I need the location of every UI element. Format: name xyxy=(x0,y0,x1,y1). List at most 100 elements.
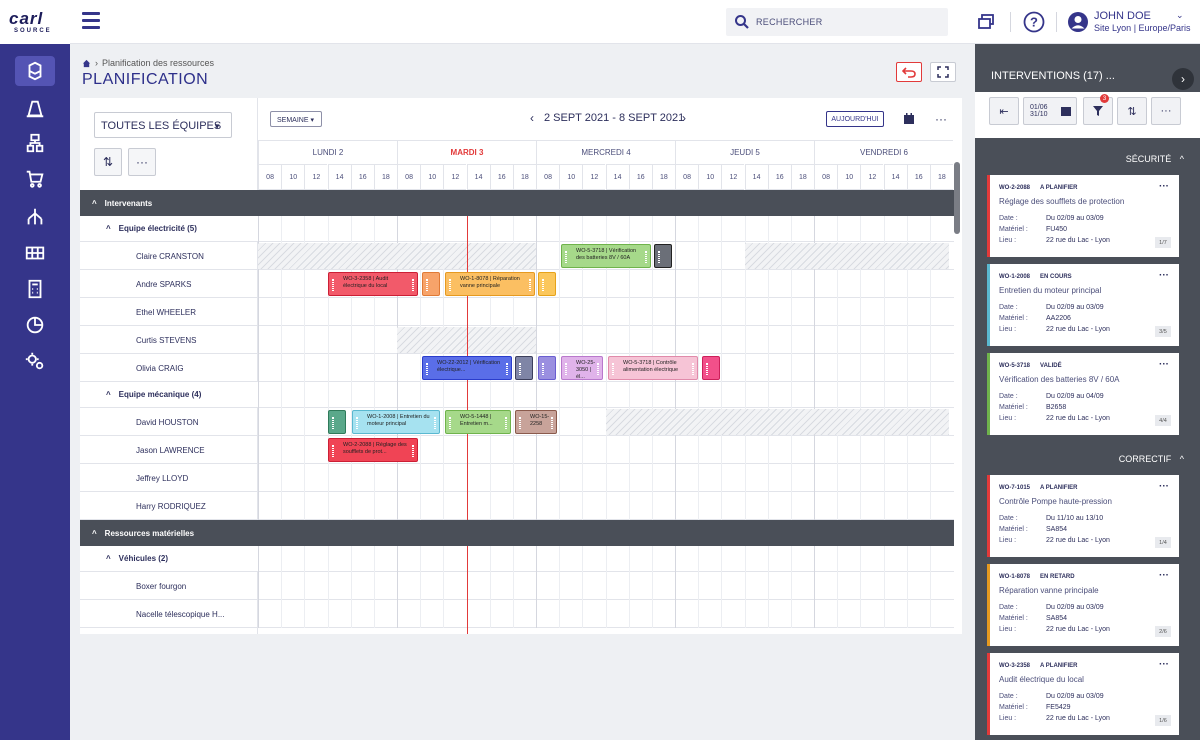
work-order-bar[interactable]: WO-2-2088 | Réglage des soufflets de pro… xyxy=(328,438,418,462)
today-button[interactable]: AUJOURD'HUI xyxy=(826,111,884,127)
more-icon[interactable]: ··· xyxy=(1159,270,1169,281)
fullscreen-button[interactable] xyxy=(930,62,956,82)
chevron-up-icon[interactable]: ^ xyxy=(92,529,97,538)
more-button[interactable]: ··· xyxy=(128,148,156,176)
more-icon[interactable]: ··· xyxy=(1159,359,1169,370)
drag-handle-icon[interactable] xyxy=(412,279,414,291)
prev-arrow-icon[interactable]: ‹ xyxy=(530,111,534,125)
work-order-bar[interactable] xyxy=(328,410,346,434)
more-icon[interactable]: ··· xyxy=(1159,481,1169,492)
more-icon[interactable]: ··· xyxy=(1159,659,1169,670)
more-button[interactable]: ··· xyxy=(1151,97,1181,125)
sort-button[interactable]: ⇅ xyxy=(1117,97,1147,125)
team-select[interactable]: TOUTES LES ÉQUIPES ▼ xyxy=(94,112,232,138)
work-order-bar[interactable] xyxy=(515,356,533,380)
drag-handle-icon[interactable] xyxy=(542,363,544,375)
help-icon[interactable]: ? xyxy=(1022,10,1046,34)
nav-grid[interactable] xyxy=(15,238,55,268)
drag-handle-icon[interactable] xyxy=(426,363,428,375)
drag-handle-icon[interactable] xyxy=(519,363,521,375)
drag-handle-icon[interactable] xyxy=(542,279,544,291)
section-header[interactable]: CORRECTIF ^ xyxy=(1119,454,1184,464)
work-order-bar[interactable]: WO-25-3050 | él... xyxy=(561,356,603,380)
sort-button[interactable]: ⇅ xyxy=(94,148,122,176)
drag-handle-icon[interactable] xyxy=(565,251,567,263)
drag-handle-icon[interactable] xyxy=(412,445,414,457)
work-order-bar[interactable] xyxy=(538,356,556,380)
calendar-icon[interactable] xyxy=(900,110,918,128)
user-avatar-icon[interactable] xyxy=(1066,10,1090,34)
drag-handle-icon[interactable] xyxy=(506,363,508,375)
chevron-up-icon[interactable]: ^ xyxy=(106,390,111,399)
work-order-bar[interactable]: WO-15-2258 xyxy=(515,410,557,434)
chevron-up-icon[interactable]: ^ xyxy=(92,199,97,208)
work-order-bar[interactable]: WO-1-2008 | Entretien du moteur principa… xyxy=(352,410,440,434)
drag-handle-icon[interactable] xyxy=(597,363,599,375)
nav-assets[interactable] xyxy=(15,128,55,158)
nav-reports[interactable] xyxy=(15,310,55,340)
work-order-bar[interactable]: WO-5-1448 | Entretien m... xyxy=(445,410,511,434)
breadcrumb-item[interactable]: Planification des ressources xyxy=(102,58,214,68)
logo[interactable]: carl SOURCE xyxy=(0,0,70,44)
drag-handle-icon[interactable] xyxy=(332,445,334,457)
drag-handle-icon[interactable] xyxy=(519,417,521,429)
work-order-bar[interactable]: WO-5-3718 | Vérification des batteries 8… xyxy=(561,244,651,268)
undo-button[interactable] xyxy=(896,62,922,82)
drag-handle-icon[interactable] xyxy=(692,363,694,375)
intervention-card[interactable]: WO-7-1015 A PLANIFIER ··· Contrôle Pompe ha… xyxy=(987,475,1179,557)
intervention-card[interactable]: WO-1-2008 EN COURS ··· Entretien du moteur … xyxy=(987,264,1179,346)
more-icon[interactable]: ··· xyxy=(1159,181,1169,192)
drag-handle-icon[interactable] xyxy=(434,417,436,429)
more-icon[interactable]: ··· xyxy=(932,110,950,128)
chevron-right-icon[interactable]: › xyxy=(1172,68,1194,90)
work-order-bar[interactable]: WO-22-2012 | Vérification électrique... xyxy=(422,356,512,380)
drag-handle-icon[interactable] xyxy=(449,279,451,291)
nav-purchase[interactable] xyxy=(15,164,55,194)
drag-handle-icon[interactable] xyxy=(332,417,334,429)
chevron-up-icon[interactable]: ^ xyxy=(106,224,111,233)
drag-handle-icon[interactable] xyxy=(529,279,531,291)
work-order-bar[interactable] xyxy=(654,244,672,268)
drag-handle-icon[interactable] xyxy=(706,363,708,375)
drag-handle-icon[interactable] xyxy=(658,251,660,263)
intervention-card[interactable]: WO-5-3718 VALIDÉ ··· Vérification des batte… xyxy=(987,353,1179,435)
drag-handle-icon[interactable] xyxy=(551,417,553,429)
drag-handle-icon[interactable] xyxy=(505,417,507,429)
drag-handle-icon[interactable] xyxy=(449,417,451,429)
work-order-bar[interactable]: WO-3-2358 | Audit électrique du local xyxy=(328,272,418,296)
drag-handle-icon[interactable] xyxy=(356,417,358,429)
work-order-bar[interactable] xyxy=(702,356,720,380)
drag-handle-icon[interactable] xyxy=(426,279,428,291)
user-name[interactable]: JOHN DOE xyxy=(1094,10,1151,22)
view-select[interactable]: SEMAINE ▾ xyxy=(270,111,322,127)
collapse-button[interactable]: ⇤ xyxy=(989,97,1019,125)
calendar-icon[interactable] xyxy=(1057,102,1075,120)
windows-icon[interactable] xyxy=(974,10,998,34)
home-icon[interactable] xyxy=(82,59,91,68)
intervention-card[interactable]: WO-2-2088 A PLANIFIER ··· Réglage des souff… xyxy=(987,175,1179,257)
nav-settings[interactable] xyxy=(15,346,55,376)
nav-planning[interactable] xyxy=(15,56,55,86)
hamburger-menu-icon[interactable] xyxy=(82,12,100,30)
next-arrow-icon[interactable]: › xyxy=(682,111,686,125)
scrollbar[interactable] xyxy=(954,162,960,234)
nav-work[interactable] xyxy=(15,94,55,124)
work-order-bar[interactable]: WO-1-8078 | Réparation vanne principale xyxy=(445,272,535,296)
filter-button[interactable] xyxy=(1083,97,1113,125)
drag-handle-icon[interactable] xyxy=(332,279,334,291)
work-order-bar[interactable] xyxy=(538,272,556,296)
drag-handle-icon[interactable] xyxy=(645,251,647,263)
more-icon[interactable]: ··· xyxy=(1159,570,1169,581)
section-header[interactable]: SÉCURITÉ ^ xyxy=(1126,154,1184,164)
drag-handle-icon[interactable] xyxy=(612,363,614,375)
intervention-card[interactable]: WO-3-2358 A PLANIFIER ··· Audit électrique … xyxy=(987,653,1179,735)
search-input[interactable] xyxy=(756,13,936,31)
drag-handle-icon[interactable] xyxy=(565,363,567,375)
intervention-card[interactable]: WO-1-8078 EN RETARD ··· Réparation vanne pr… xyxy=(987,564,1179,646)
work-order-bar[interactable]: WO-5-3718 | Contrôle alimentation électr… xyxy=(608,356,698,380)
work-order-bar[interactable] xyxy=(422,272,440,296)
nav-hierarchy[interactable] xyxy=(15,202,55,232)
nav-calculator[interactable] xyxy=(15,274,55,304)
chevron-down-icon[interactable]: ⌄ xyxy=(1176,10,1184,21)
chevron-up-icon[interactable]: ^ xyxy=(106,554,111,563)
